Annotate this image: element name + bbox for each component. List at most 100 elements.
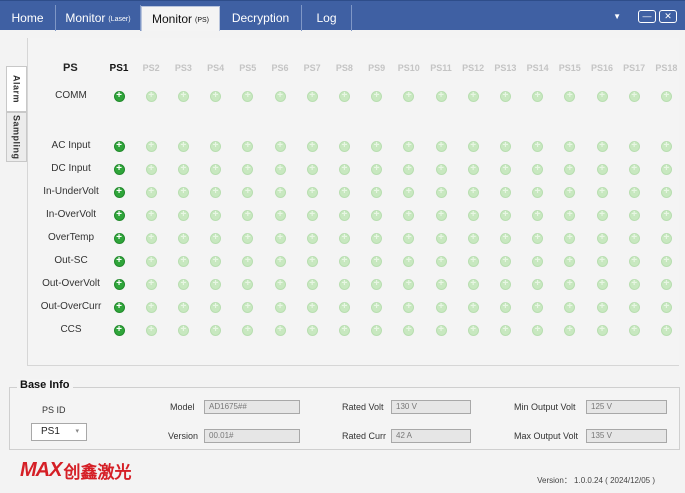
status-led-off: [403, 278, 415, 290]
row-label: OverTemp: [47, 232, 95, 243]
status-led-off: [210, 209, 222, 221]
status-led-off: [660, 232, 672, 244]
tab-log[interactable]: Log: [302, 5, 352, 31]
column-header-ps17: PS17: [623, 63, 646, 73]
max-output-volt-field: 135 V: [586, 429, 667, 443]
status-led-off: [306, 232, 318, 244]
tab-home[interactable]: Home: [0, 5, 56, 31]
status-led-on: [113, 255, 125, 267]
status-led-off: [596, 255, 608, 267]
status-led-off: [660, 255, 672, 267]
status-led-off: [435, 324, 447, 336]
status-led-off: [628, 278, 640, 290]
tab-label: Monitor: [65, 11, 106, 25]
status-led-off: [242, 278, 254, 290]
side-tab-sampling[interactable]: Sampling: [6, 112, 27, 162]
status-led-on: [113, 232, 125, 244]
status-led-off: [403, 301, 415, 313]
column-header-ps2: PS2: [142, 63, 160, 73]
status-led-off: [660, 90, 672, 102]
status-led-off: [532, 255, 544, 267]
column-header-ps5: PS5: [239, 63, 257, 73]
status-led-off: [467, 324, 479, 336]
status-led-off: [660, 301, 672, 313]
status-led-off: [564, 324, 576, 336]
close-icon: ✕: [664, 11, 672, 21]
grid-corner-label: PS: [63, 62, 78, 74]
status-led-off: [274, 278, 286, 290]
status-led-off: [371, 209, 383, 221]
status-led-off: [403, 255, 415, 267]
tab-sublabel: (Laser): [108, 15, 131, 23]
status-led-off: [564, 90, 576, 102]
row-label: In-OverVolt: [45, 209, 97, 220]
status-led-off: [338, 163, 350, 175]
status-led-off: [338, 232, 350, 244]
status-led-off: [145, 209, 157, 221]
tab-label: Monitor: [151, 12, 192, 26]
rated-curr-label: Rated Curr: [342, 431, 387, 441]
close-button[interactable]: ✕: [659, 10, 677, 23]
status-led-off: [499, 90, 511, 102]
row-label: Out-SC: [54, 255, 88, 266]
status-led-off: [177, 232, 189, 244]
status-led-off: [499, 232, 511, 244]
status-led-off: [306, 209, 318, 221]
status-led-off: [435, 90, 447, 102]
version-field: 00.01#: [204, 429, 300, 443]
status-led-off: [596, 90, 608, 102]
status-led-off: [596, 278, 608, 290]
status-led-off: [499, 278, 511, 290]
status-led-off: [435, 232, 447, 244]
status-led-off: [532, 163, 544, 175]
status-led-off: [435, 140, 447, 152]
status-led-off: [499, 255, 511, 267]
status-led-off: [532, 186, 544, 198]
status-led-off: [306, 140, 318, 152]
tab-decryption[interactable]: Decryption: [220, 5, 302, 31]
version-info: Version： 1.0.0.24 ( 2024/12/05 ): [537, 476, 655, 485]
status-led-off: [210, 324, 222, 336]
status-led-off: [467, 163, 479, 175]
status-led-off: [499, 186, 511, 198]
column-header-ps9: PS9: [368, 63, 386, 73]
status-led-off: [564, 255, 576, 267]
status-led-off: [467, 140, 479, 152]
tab-label: Home: [11, 11, 44, 25]
status-led-off: [274, 186, 286, 198]
ps-id-label: PS ID: [42, 405, 66, 415]
status-led-off: [306, 301, 318, 313]
status-led-off: [210, 232, 222, 244]
status-led-on: [113, 209, 125, 221]
column-header-ps1: PS1: [109, 63, 129, 74]
dropdown-arrow-icon[interactable]: ▼: [613, 12, 621, 21]
window-controls: ▼ — ✕: [613, 10, 677, 23]
column-header-ps14: PS14: [526, 63, 549, 73]
status-led-off: [660, 324, 672, 336]
tab-monitor-laser[interactable]: Monitor (Laser): [56, 5, 141, 31]
tab-label: Decryption: [231, 11, 290, 25]
row-label: AC Input: [51, 140, 91, 151]
status-led-off: [306, 186, 318, 198]
status-led-off: [145, 278, 157, 290]
side-tab-alarm[interactable]: Alarm: [6, 66, 27, 112]
status-led-off: [177, 140, 189, 152]
tab-sublabel: (PS): [195, 16, 209, 24]
status-led-off: [371, 278, 383, 290]
minimize-button[interactable]: —: [638, 10, 656, 23]
status-led-off: [564, 232, 576, 244]
column-header-ps10: PS10: [397, 63, 420, 73]
status-led-off: [371, 255, 383, 267]
ps-id-select[interactable]: PS1 ▾: [31, 423, 87, 441]
status-led-off: [628, 209, 640, 221]
row-label: In-UnderVolt: [43, 186, 99, 197]
status-led-off: [564, 278, 576, 290]
status-led-off: [306, 278, 318, 290]
status-led-off: [532, 324, 544, 336]
tab-monitor-ps[interactable]: Monitor (PS): [141, 6, 220, 31]
status-led-off: [403, 209, 415, 221]
status-led-off: [371, 140, 383, 152]
status-led-off: [467, 209, 479, 221]
status-led-off: [403, 90, 415, 102]
status-led-off: [435, 255, 447, 267]
